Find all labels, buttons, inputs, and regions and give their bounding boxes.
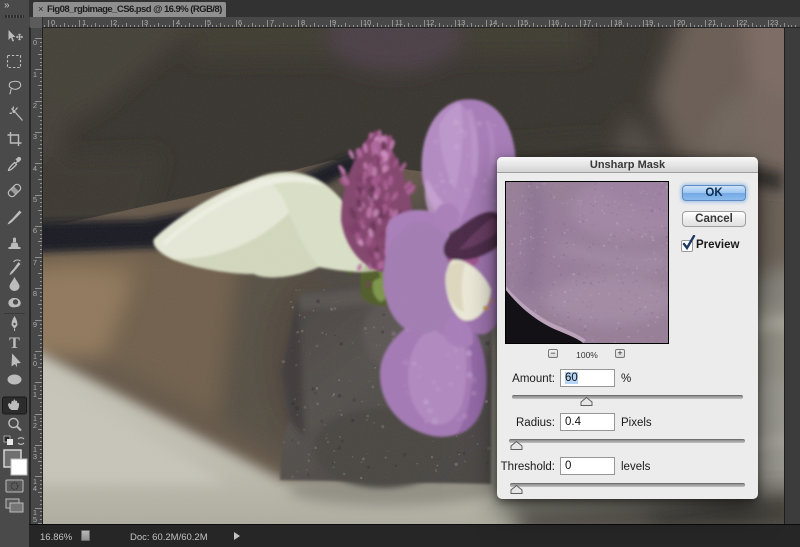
svg-text:T: T: [9, 335, 20, 352]
